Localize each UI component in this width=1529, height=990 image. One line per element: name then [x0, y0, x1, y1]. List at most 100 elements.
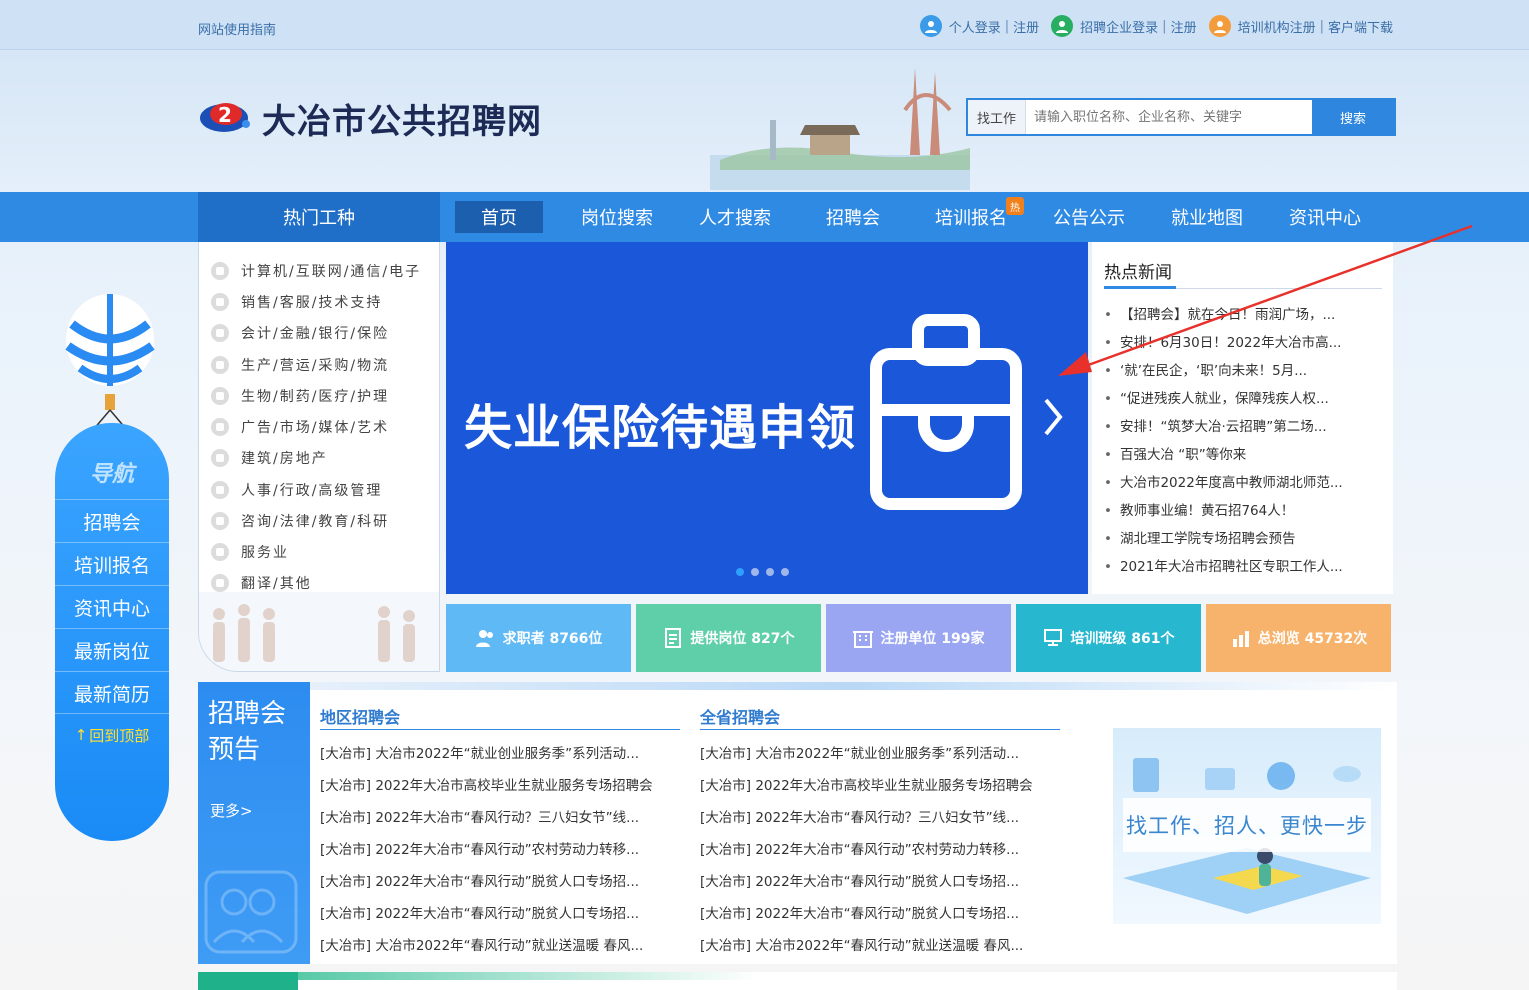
- carousel-dot[interactable]: [766, 568, 774, 576]
- banner-title: 失业保险待遇申领: [464, 400, 857, 456]
- separator: |: [1162, 18, 1167, 34]
- stat-positions[interactable]: 提供岗位 827个: [636, 604, 821, 672]
- banner-carousel[interactable]: 失业保险待遇申领: [446, 242, 1088, 594]
- category-item[interactable]: 广告/市场/媒体/艺术: [211, 417, 389, 437]
- news-item[interactable]: 2021年大冶市招聘社区专职工作人...: [1104, 555, 1389, 575]
- province-job-fair-item[interactable]: [大冶市] 2022年大冶市“春风行动？三八妇女节”线...: [700, 806, 1060, 826]
- category-item[interactable]: 会计/金融/银行/保险: [211, 323, 389, 343]
- stat-job-seekers[interactable]: 求职者 8766位: [446, 604, 631, 672]
- category-label: 计算机/互联网/通信/电子: [241, 264, 422, 280]
- category-item[interactable]: 销售/客服/技术支持: [211, 292, 382, 312]
- section-top-gradient: [310, 682, 1397, 690]
- stat-training-classes[interactable]: 培训班级 861个: [1016, 604, 1201, 672]
- category-item[interactable]: 生产/营运/采购/物流: [211, 355, 389, 375]
- side-nav-title: 导航: [89, 462, 134, 487]
- province-job-fair-item[interactable]: [大冶市] 2022年大冶市“春风行动”脱贫人口专场招...: [700, 870, 1060, 890]
- register-link[interactable]: 注册: [1013, 17, 1039, 36]
- annotation-arrow: [1058, 224, 1473, 376]
- chevron-right-icon[interactable]: [1038, 392, 1068, 442]
- local-job-fair-item[interactable]: [大冶市] 2022年大冶市“春风行动”脱贫人口专场招...: [320, 870, 680, 890]
- hot-badge: 热: [1006, 197, 1024, 215]
- province-job-fair-heading[interactable]: 全省招聘会: [700, 704, 780, 728]
- category-item[interactable]: 咨询/法律/教育/科研: [211, 511, 389, 531]
- local-job-fair-item[interactable]: [大冶市] 2022年大冶市高校毕业生就业服务专场招聘会: [320, 774, 680, 794]
- category-item[interactable]: 建筑/房地产: [211, 448, 328, 468]
- news-item[interactable]: 百强大冶 “职”等你来: [1104, 443, 1389, 463]
- search-input[interactable]: [1026, 100, 1312, 134]
- search-button[interactable]: 搜索: [1312, 100, 1394, 134]
- stat-label: 提供岗位 827个: [690, 631, 795, 647]
- separator: |: [1004, 18, 1010, 34]
- news-item[interactable]: 大冶市2022年度高中教师湖北师范...: [1104, 471, 1389, 491]
- side-nav-latest-jobs[interactable]: 最新岗位: [55, 628, 169, 671]
- local-job-fair-item[interactable]: [大冶市] 大冶市2022年“春风行动”就业送温暖 春风...: [320, 934, 680, 954]
- company-register-link[interactable]: 注册: [1171, 17, 1197, 36]
- search-category-select[interactable]: 找工作: [968, 100, 1026, 134]
- job-fair-more-link[interactable]: 更多>: [210, 800, 253, 821]
- client-download-link[interactable]: 客户端下载: [1328, 17, 1393, 36]
- nav-job-search[interactable]: 岗位搜索: [558, 192, 676, 242]
- side-nav-job-fair[interactable]: 招聘会: [55, 499, 169, 542]
- hot-jobs-tab[interactable]: 热门工种: [198, 192, 440, 242]
- local-job-fair-heading[interactable]: 地区招聘会: [320, 704, 400, 728]
- separator: |: [1319, 18, 1324, 34]
- next-section-gradient: [298, 972, 758, 980]
- local-job-fair-item[interactable]: [大冶市] 大冶市2022年“就业创业服务季”系列活动...: [320, 742, 680, 762]
- category-item[interactable]: 生物/制药/医疗/护理: [211, 386, 389, 406]
- stat-companies[interactable]: 注册单位 199家: [826, 604, 1011, 672]
- carousel-dots: [736, 568, 789, 576]
- category-item[interactable]: 人事/行政/高级管理: [211, 480, 382, 500]
- training-register-link[interactable]: 培训机构注册: [1238, 17, 1316, 36]
- province-job-fair-item[interactable]: [大冶市] 大冶市2022年“就业创业服务季”系列活动...: [700, 742, 1060, 762]
- category-item[interactable]: 服务业: [211, 542, 289, 562]
- province-job-fair-item[interactable]: [大冶市] 2022年大冶市“春风行动”农村劳动力转移...: [700, 838, 1060, 858]
- side-nav-latest-resumes[interactable]: 最新简历: [55, 671, 169, 714]
- side-nav: 导航 招聘会 培训报名 资讯中心 最新岗位 最新简历 ↑ 回到顶部: [55, 423, 169, 841]
- translate-icon: [211, 574, 229, 592]
- side-nav-news[interactable]: 资讯中心: [55, 585, 169, 628]
- nav-talent-search[interactable]: 人才搜索: [676, 192, 794, 242]
- province-job-fair-item[interactable]: [大冶市] 2022年大冶市高校毕业生就业服务专场招聘会: [700, 774, 1060, 794]
- back-to-top-button[interactable]: ↑ 回到顶部: [55, 713, 169, 756]
- category-label: 翻译/其他: [241, 576, 312, 592]
- local-job-fair-item[interactable]: [大冶市] 2022年大冶市“春风行动”农村劳动力转移...: [320, 838, 680, 858]
- news-item[interactable]: “促进残疾人就业，保障残疾人权...: [1104, 387, 1389, 407]
- search-box: 找工作 搜索: [966, 98, 1396, 136]
- category-item[interactable]: 翻译/其他: [211, 573, 312, 593]
- people-illustration: [199, 592, 439, 671]
- local-job-fair-item[interactable]: [大冶市] 2022年大冶市“春风行动？三八妇女节”线...: [320, 806, 680, 826]
- building-icon: [211, 449, 229, 467]
- company-login-link[interactable]: 招聘企业登录: [1080, 17, 1158, 36]
- category-label: 服务业: [241, 545, 289, 561]
- local-job-fair-item[interactable]: [大冶市] 2022年大冶市“春风行动”脱贫人口专场招...: [320, 902, 680, 922]
- heart-icon: [211, 543, 229, 561]
- job-fair-sidebar: 招聘会预告 更多>: [198, 682, 310, 964]
- province-heading-underline: [700, 729, 1060, 730]
- site-title[interactable]: 大冶市公共招聘网: [262, 94, 542, 143]
- personal-login-link[interactable]: 个人登录: [949, 17, 1001, 36]
- classroom-icon: [1044, 629, 1063, 646]
- side-nav-training[interactable]: 培训报名: [55, 542, 169, 585]
- nav-job-fair[interactable]: 招聘会: [794, 192, 912, 242]
- bar-chart-icon: [1232, 631, 1249, 647]
- carousel-dot[interactable]: [736, 568, 744, 576]
- carousel-dot[interactable]: [751, 568, 759, 576]
- news-item[interactable]: 湖北理工学院专场招聘会预告: [1104, 527, 1389, 547]
- svg-text:2: 2: [218, 103, 232, 127]
- category-label: 会计/金融/银行/保险: [241, 326, 390, 342]
- category-label: 生物/制药/医疗/护理: [241, 389, 390, 405]
- stat-total-views[interactable]: 总浏览 45732次: [1206, 604, 1391, 672]
- nav-home[interactable]: 首页: [440, 192, 558, 242]
- medical-icon: [211, 387, 229, 405]
- site-guide-link[interactable]: 网站使用指南: [198, 19, 276, 38]
- news-item[interactable]: 教师事业编！黄石招764人！: [1104, 499, 1389, 519]
- province-job-fair-item[interactable]: [大冶市] 2022年大冶市“春风行动”脱贫人口专场招...: [700, 902, 1060, 922]
- promo-slogan: 找工作、招人、更快一步: [1123, 798, 1371, 852]
- carousel-dot[interactable]: [781, 568, 789, 576]
- building-icon: [853, 631, 874, 648]
- province-job-fair-item[interactable]: [大冶市] 大冶市2022年“春风行动”就业送温暖 春风...: [700, 934, 1060, 954]
- stat-label: 培训班级 861个: [1070, 631, 1175, 647]
- news-item[interactable]: 安排！“筑梦大冶·云招聘”第二场...: [1104, 415, 1389, 435]
- category-item[interactable]: 计算机/互联网/通信/电子: [211, 261, 421, 281]
- back-to-top-label: 回到顶部: [89, 726, 150, 745]
